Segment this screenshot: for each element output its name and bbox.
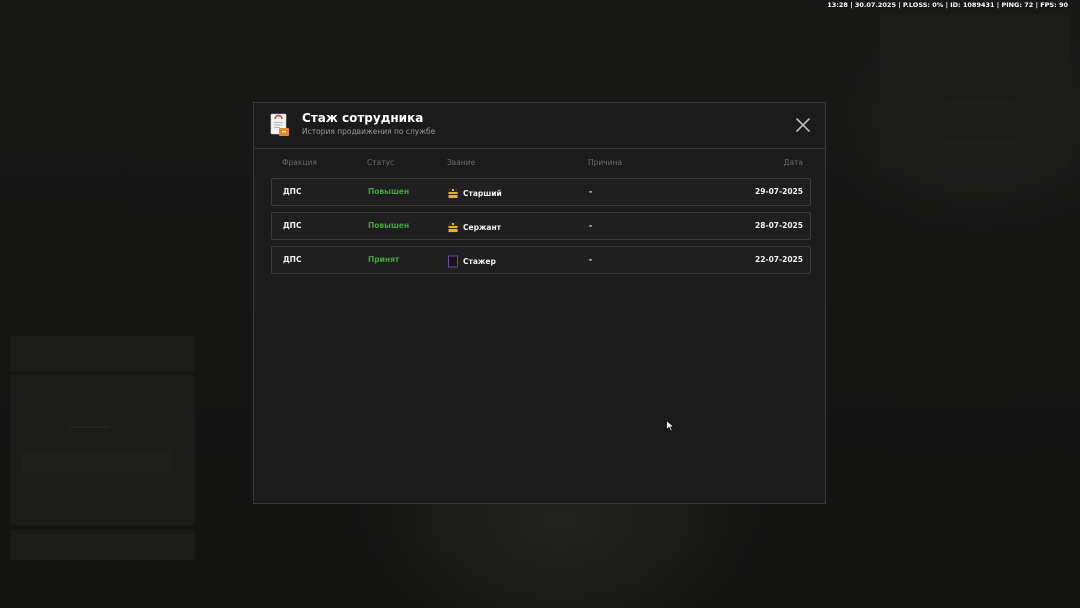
row-date: 28-07-2025 xyxy=(755,221,803,230)
row-rank: Старший xyxy=(448,187,502,200)
column-header-rank: Звание xyxy=(447,158,476,167)
row-rank: Сержант xyxy=(448,221,501,234)
table-row: ДПС Повышен Старший - 29-07-2025 xyxy=(271,178,811,206)
modal-header: Стаж сотрудника История продвижения по с… xyxy=(254,103,825,149)
row-date: 22-07-2025 xyxy=(755,255,803,264)
row-faction: ДПС xyxy=(283,187,302,196)
background-panel xyxy=(880,14,1070,102)
column-header-reason: Причина xyxy=(588,158,623,167)
table-header: Фракция Статус Звание Причина Дата xyxy=(271,158,811,168)
column-header-status: Статус xyxy=(367,158,395,167)
background-panel xyxy=(10,375,195,525)
row-status: Повышен xyxy=(368,221,410,230)
row-rank: Стажер xyxy=(448,255,496,268)
row-date: 29-07-2025 xyxy=(755,187,803,196)
column-header-date: Дата xyxy=(783,158,803,167)
row-faction: ДПС xyxy=(283,255,302,264)
document-badge-icon xyxy=(270,113,289,136)
background-panel xyxy=(10,336,195,372)
rank-stripes-icon xyxy=(448,222,458,233)
background-divider xyxy=(70,426,110,428)
modal-subtitle: История продвижения по службе xyxy=(302,127,436,136)
hud-status-line: 13:28 | 30.07.2025 | P.LOSS: 0% | ID: 10… xyxy=(827,1,1068,9)
background-panel xyxy=(880,104,1070,140)
rank-stripes-icon xyxy=(448,188,458,199)
background-panel xyxy=(22,452,172,472)
rank-empty-icon xyxy=(448,255,458,268)
row-rank-label: Старший xyxy=(463,189,502,198)
row-reason: - xyxy=(589,255,593,264)
table-row: ДПС Повышен Сержант - 28-07-2025 xyxy=(271,212,811,240)
row-faction: ДПС xyxy=(283,221,302,230)
modal-title: Стаж сотрудника xyxy=(302,111,424,125)
mouse-cursor-icon xyxy=(666,420,675,432)
table-row: ДПС Принят Стажер - 22-07-2025 xyxy=(271,246,811,274)
employee-seniority-modal: Стаж сотрудника История продвижения по с… xyxy=(253,102,826,504)
background-panel xyxy=(10,530,195,560)
background-panel xyxy=(880,145,1070,169)
row-rank-label: Стажер xyxy=(463,257,496,266)
column-header-faction: Фракция xyxy=(282,158,317,167)
row-status: Повышен xyxy=(368,187,410,196)
row-rank-label: Сержант xyxy=(463,223,502,232)
close-icon[interactable] xyxy=(795,117,811,133)
row-reason: - xyxy=(589,221,593,230)
row-reason: - xyxy=(589,187,593,196)
row-status: Принят xyxy=(368,255,400,264)
